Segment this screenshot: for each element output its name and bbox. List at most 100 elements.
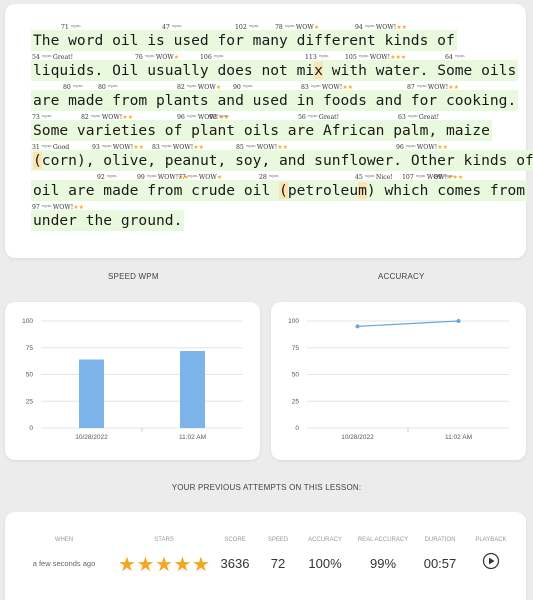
star-icon: ★	[216, 174, 223, 181]
wpm-label: WOW!	[172, 144, 194, 151]
wpm-value: 82	[177, 84, 187, 91]
data-point	[355, 324, 360, 329]
wpm-annotation: 64 wpm	[445, 52, 465, 62]
y-tick-label: 100	[288, 318, 299, 325]
star-icon: ★★	[342, 84, 353, 91]
wpm-value: 113	[305, 54, 319, 61]
header-duration: DURATION	[424, 537, 456, 543]
passage-line: The word oil is used for many different …	[31, 30, 457, 51]
star-icon: ★	[155, 552, 173, 576]
wpm-value: 107	[402, 174, 416, 181]
y-tick-label: 75	[292, 345, 300, 352]
star-icon: ★★	[193, 144, 204, 151]
wpm-label: WOW	[198, 174, 217, 181]
bar	[79, 359, 104, 428]
star-icon: ★★	[437, 144, 448, 151]
passage-line-part: corn), olive, peanut, soy, and sunflower…	[41, 152, 533, 169]
wpm-unit: wpm	[187, 173, 199, 178]
passage-line: under the ground.	[31, 210, 185, 231]
wpm-unit: wpm	[106, 173, 117, 178]
wpm-unit: wpm	[364, 23, 376, 28]
wpm-value: 76	[135, 54, 145, 61]
y-tick-label: 75	[26, 345, 34, 352]
wpm-annotation: 47 wpm	[162, 22, 182, 32]
wpm-annotation: 102 wpm	[235, 22, 259, 32]
wpm-label: WOW!	[375, 24, 397, 31]
wpm-label: WOW	[295, 24, 314, 31]
wpm-unit: wpm	[364, 173, 376, 178]
wpm-value: 82	[81, 114, 91, 121]
wpm-unit: wpm	[407, 113, 419, 118]
wpm-label: Great!	[318, 114, 340, 121]
wpm-value: 89	[434, 174, 444, 181]
wpm-annotation: 71 wpm	[61, 22, 81, 32]
wpm-unit: wpm	[101, 143, 113, 148]
wpm-annotation: 28 wpm	[259, 172, 279, 182]
passage-line-part: petroleu	[287, 182, 359, 199]
passage-line-part: liquids. Oil usually does not mi	[33, 62, 315, 79]
y-tick-label: 0	[295, 425, 299, 432]
wpm-annotation: 96 wpm WOW!★★	[396, 142, 448, 152]
attempt-score: 3636	[220, 556, 250, 571]
star-icon: ★	[173, 552, 192, 576]
passage-line: liquids. Oil usually does not mix with w…	[31, 60, 519, 81]
wpm-value: 90	[233, 84, 243, 91]
wpm-value: 73	[32, 114, 42, 121]
y-tick-label: 25	[292, 398, 300, 405]
wpm-unit: wpm	[90, 113, 102, 118]
wpm-label: WOW!	[256, 144, 278, 151]
wpm-annotation: 85 wpm WOW!★★	[236, 142, 288, 152]
passage-card: The word oil is used for many different …	[5, 4, 533, 258]
wpm-value: 83	[301, 84, 311, 91]
wpm-annotation: 54 wpm Great!	[32, 52, 73, 62]
wpm-unit: wpm	[245, 143, 257, 148]
wpm-value: 96	[396, 144, 406, 151]
wpm-label: Great!	[52, 54, 74, 61]
star-icon: ★	[118, 552, 136, 576]
star-icon: ★★	[133, 144, 144, 151]
wpm-unit: wpm	[218, 113, 229, 118]
wpm-value: 77	[178, 174, 188, 181]
header-real-accuracy: REAL ACCURACY	[357, 537, 409, 543]
wpm-annotation: 89 wpm	[434, 172, 454, 182]
star-icon: ★	[192, 552, 210, 576]
speed-chart-card: 0 25 50 75 100 10/28/2022 11:02 AM	[5, 302, 260, 460]
wpm-label: WOW!	[112, 144, 134, 151]
play-icon[interactable]	[482, 552, 500, 570]
header-speed: SPEED	[267, 537, 289, 543]
wpm-unit: wpm	[186, 83, 198, 88]
wpm-value: 93	[92, 144, 102, 151]
star-icon: ★	[313, 24, 320, 31]
wpm-annotation: 105 wpm WOW!★★★	[345, 52, 406, 62]
x-tick-label: 11:02 AM	[179, 434, 206, 441]
passage-line-part: ) which comes from	[366, 182, 526, 199]
wpm-unit: wpm	[454, 53, 465, 58]
wpm-label: WOW!	[52, 204, 74, 211]
wpm-label: WOW!	[157, 174, 179, 181]
wpm-value: 47	[162, 24, 172, 31]
wpm-label: WOW!	[101, 114, 123, 121]
wpm-unit: wpm	[242, 83, 253, 88]
wpm-label: WOW	[197, 84, 216, 91]
passage-line: oil are made from crude oil (petroleum) …	[31, 180, 528, 201]
x-tick-label: 10/28/2022	[341, 434, 374, 441]
wpm-unit: wpm	[144, 53, 156, 58]
wpm-annotation: 92 wpm	[97, 172, 117, 182]
bar	[180, 350, 205, 428]
star-icon: ★★	[396, 24, 407, 31]
wpm-value: 31	[32, 144, 42, 151]
y-tick-label: 0	[29, 425, 33, 432]
wpm-value: 78	[275, 24, 285, 31]
star-icon: ★★	[73, 204, 84, 211]
passage-line-part: oil are made from crude oil	[33, 182, 280, 199]
wpm-annotation: 73 wpm	[32, 112, 52, 122]
wpm-unit: wpm	[41, 53, 53, 58]
wpm-annotation: 106 wpm	[200, 52, 224, 62]
accuracy-chart: 0 25 50 75 100 10/28/2022 11:02 AM	[288, 318, 509, 441]
star-icon: ★	[215, 84, 222, 91]
data-point	[456, 319, 461, 323]
wpm-label: WOW!	[321, 84, 343, 91]
passage-line: Some varieties of plant oils are African…	[31, 120, 492, 141]
wpm-annotation: 97 wpm WOW!★★	[32, 202, 84, 212]
accuracy-chart-title: ACCURACY	[378, 272, 425, 281]
